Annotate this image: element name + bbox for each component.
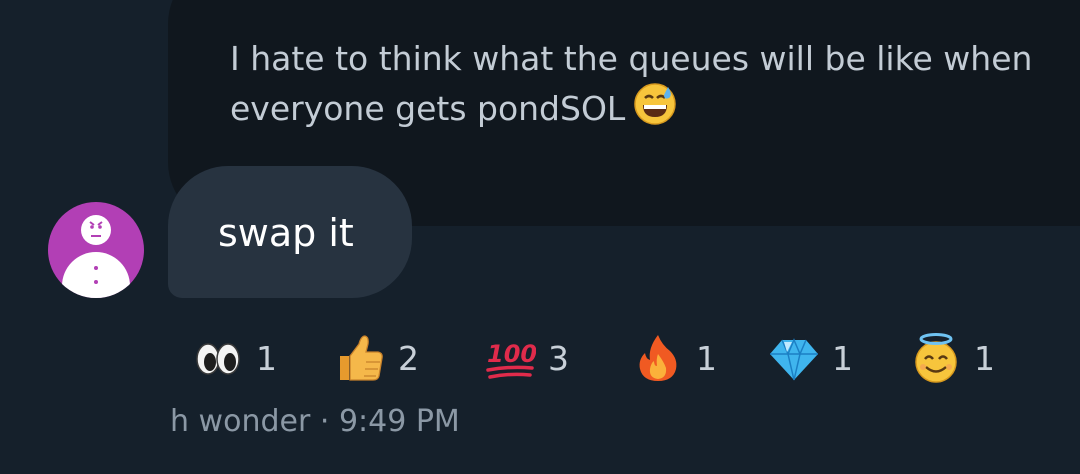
reaction-thumbs-up[interactable]: 2 (334, 330, 419, 386)
quoted-message-text: I hate to think what the queues will be … (230, 36, 1080, 138)
reaction-halo-smile[interactable]: 1 (910, 330, 995, 386)
quoted-message-line-1: I hate to think what the queues will be … (230, 39, 1033, 78)
reaction-eyes[interactable]: 1 (192, 330, 277, 386)
message-text: swap it (218, 211, 354, 255)
reaction-count: 1 (696, 338, 717, 378)
sender-name: h wonder (170, 404, 311, 439)
eyes-emoji-icon (192, 332, 244, 384)
reaction-hundred[interactable]: 100 3 (484, 330, 569, 386)
reaction-count: 1 (974, 338, 995, 378)
message-meta: h wonder · 9:49 PM (170, 404, 460, 439)
reaction-count: 3 (548, 338, 569, 378)
message-timestamp: 9:49 PM (338, 404, 460, 439)
reaction-gem[interactable]: 1 (768, 330, 853, 386)
thumbs-up-emoji-icon (334, 332, 386, 384)
gem-stone-emoji-icon (768, 332, 820, 384)
meta-separator: · (319, 404, 330, 439)
fire-emoji-icon (632, 332, 684, 384)
dm-conversation: I hate to think what the queues will be … (0, 0, 1080, 474)
grinning-sweat-emoji-icon (633, 82, 677, 138)
svg-text:100: 100 (487, 340, 536, 368)
reaction-count: 2 (398, 338, 419, 378)
quoted-message-line-2: everyone gets pondSOL (230, 82, 1080, 138)
halo-smile-emoji-icon (910, 332, 962, 384)
quoted-message-line-2-text: everyone gets pondSOL (230, 89, 626, 128)
snowman-avatar-icon[interactable] (48, 202, 144, 298)
reaction-count: 1 (256, 338, 277, 378)
reaction-count: 1 (832, 338, 853, 378)
hundred-points-emoji-icon: 100 (484, 332, 537, 384)
reaction-fire[interactable]: 1 (632, 330, 717, 386)
